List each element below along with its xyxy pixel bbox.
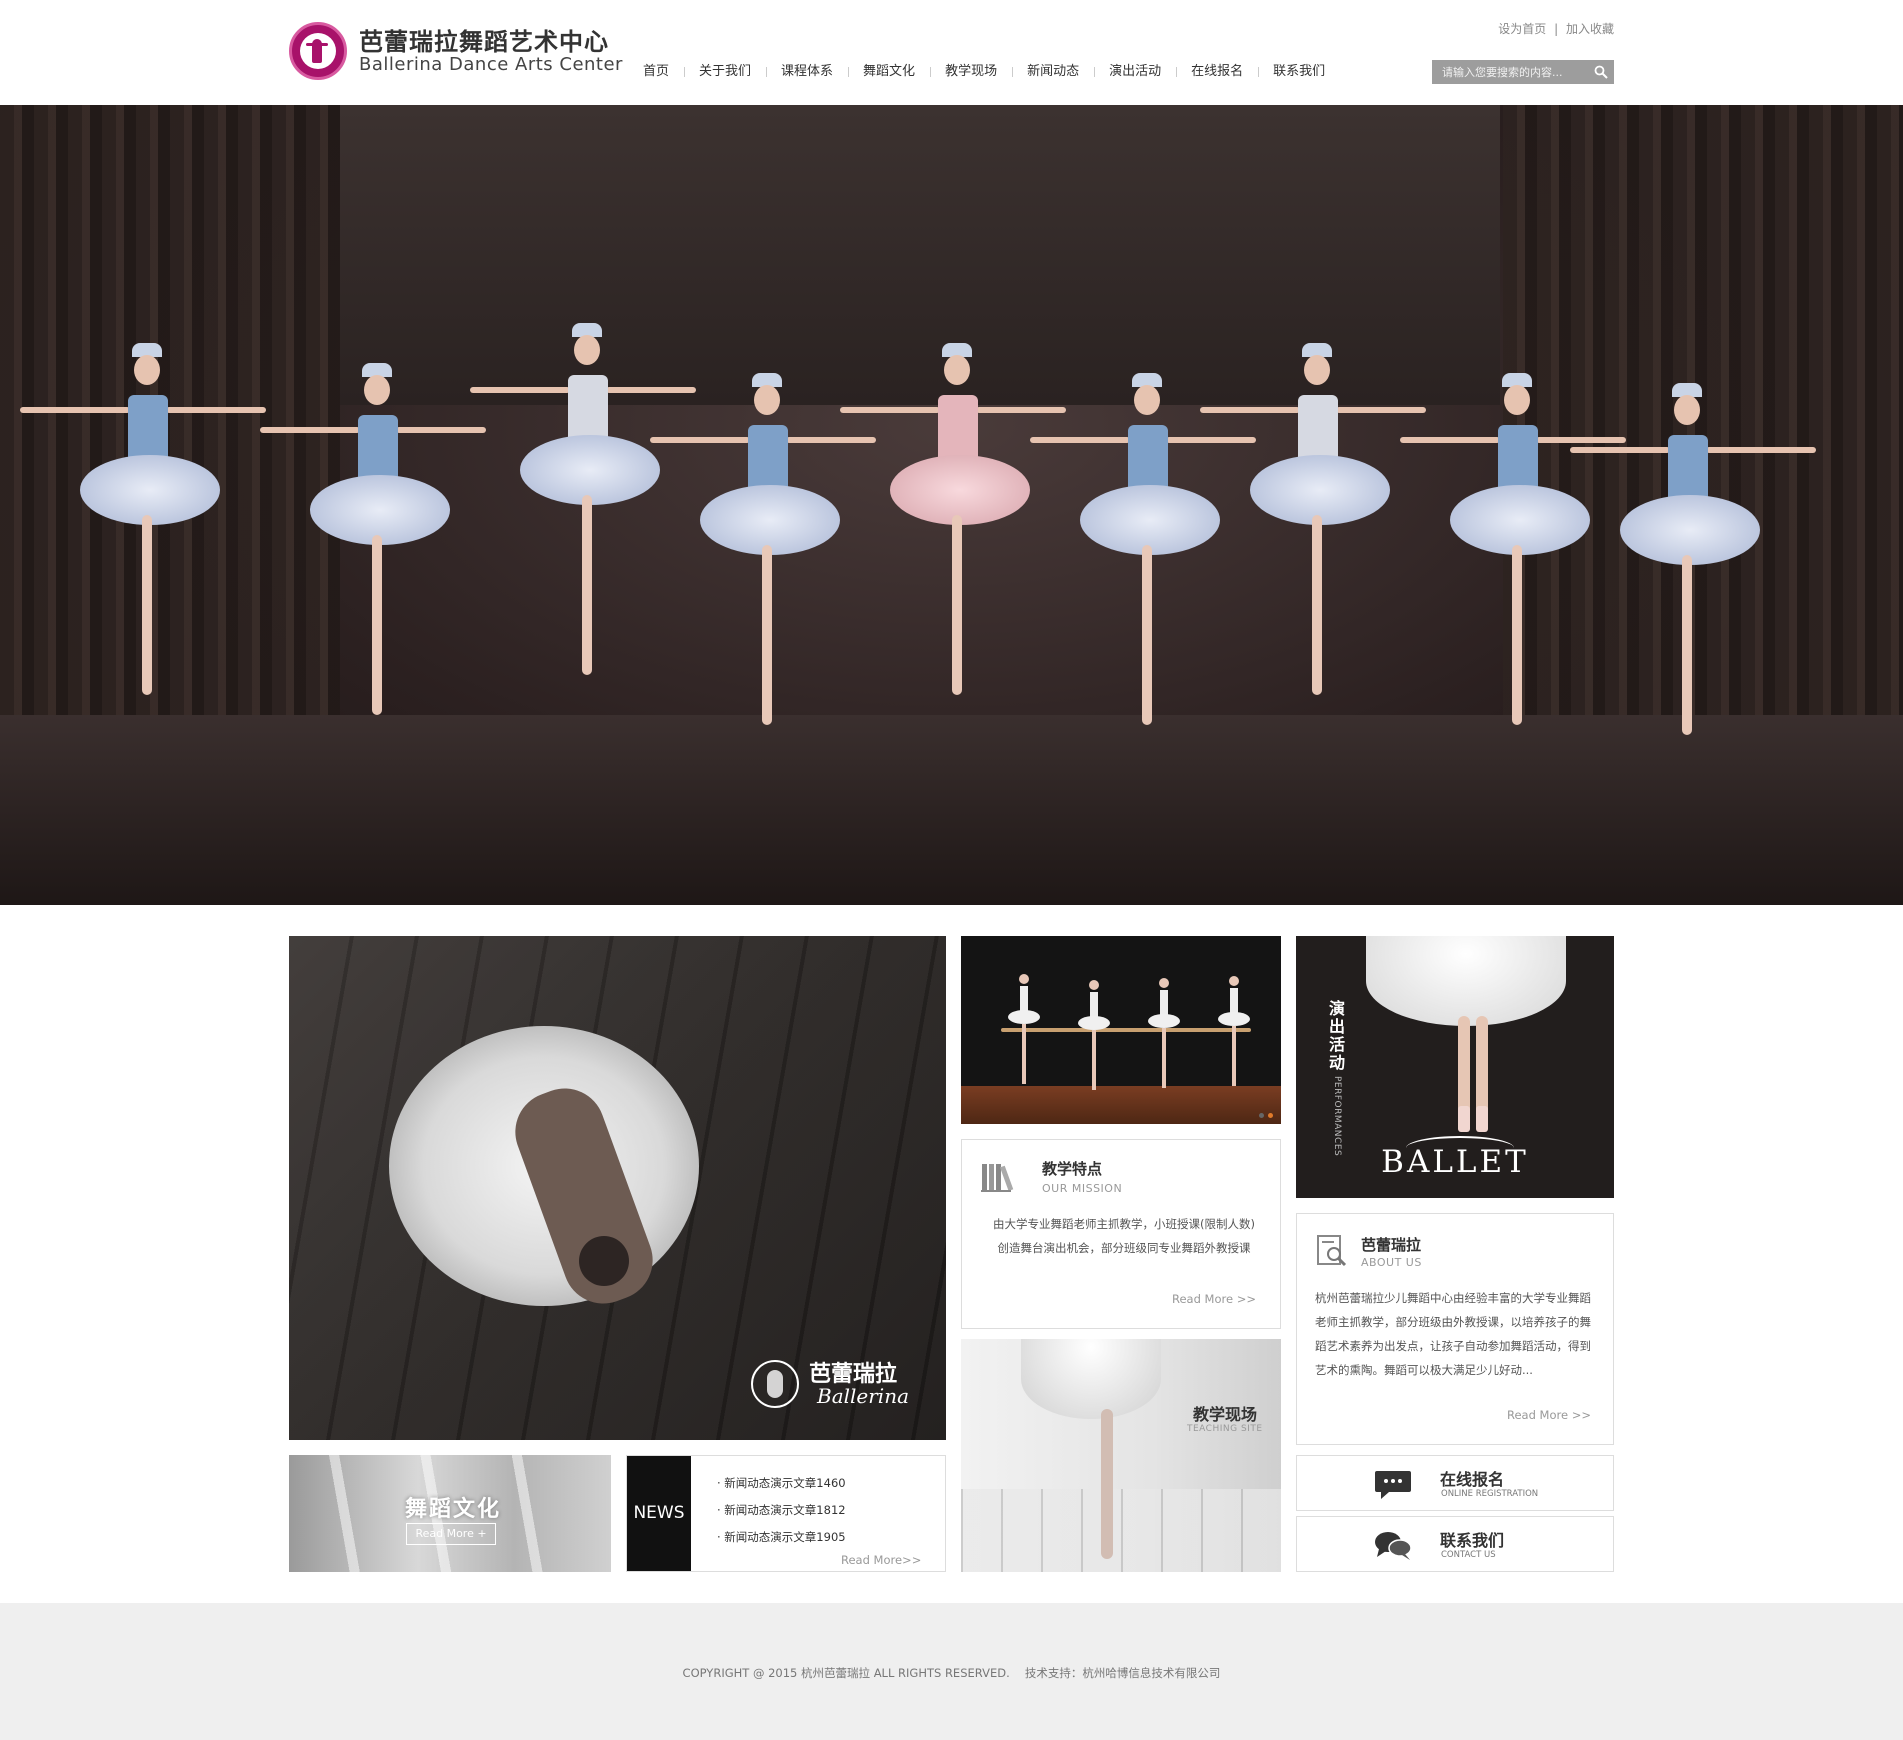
student-figure	[1218, 976, 1250, 1096]
mission-body-line: 由大学专业舞蹈老师主抓教学，小班授课(限制人数)	[993, 1217, 1255, 1231]
news-item[interactable]: · 新闻动态演示文章1812	[717, 1497, 846, 1524]
dance-culture-title: 舞蹈文化	[405, 1497, 502, 1522]
student-figure	[1148, 978, 1180, 1098]
logo-title-cn: 芭蕾瑞拉舞蹈艺术中心	[359, 27, 609, 56]
document-search-icon	[1317, 1235, 1347, 1267]
nav-news[interactable]: 新闻动态	[1012, 60, 1094, 84]
top-links: 设为首页 | 加入收藏	[1498, 20, 1614, 37]
news-read-more[interactable]: Read More>>	[841, 1553, 921, 1567]
nav-performances[interactable]: 演出活动	[1094, 60, 1176, 84]
slide-dot-active[interactable]	[1268, 1113, 1273, 1118]
about-subtitle: ABOUT US	[1361, 1256, 1422, 1269]
slideshow-dots	[1259, 1113, 1273, 1118]
chat-bubbles-icon	[1375, 1532, 1412, 1560]
teaching-site-title: 教学现场	[1193, 1405, 1258, 1424]
mission-body: 由大学专业舞蹈老师主抓教学，小班授课(限制人数) 创造舞台演出机会，部分班级同专…	[984, 1212, 1264, 1260]
hero-banner-image	[0, 105, 1903, 905]
ballet-wordmark: BALLET	[1381, 1144, 1529, 1180]
contact-us-title: 联系我们	[1440, 1531, 1505, 1550]
mission-subtitle: OUR MISSION	[1042, 1182, 1123, 1195]
student-figure	[1078, 980, 1110, 1100]
mission-body-line: 创造舞台演出机会，部分班级同专业舞蹈外教授课	[997, 1241, 1251, 1255]
teaching-site-tile[interactable]: 教学现场 TEACHING SITE	[961, 1339, 1281, 1572]
ballet-barre	[1001, 1028, 1251, 1032]
news-item[interactable]: · 新闻动态演示文章1460	[717, 1470, 846, 1497]
online-registration-subtitle: ONLINE REGISTRATION	[1441, 1489, 1539, 1499]
add-favorite-link[interactable]: 加入收藏	[1566, 22, 1614, 36]
footer-copyright: COPYRIGHT @ 2015 杭州芭蕾瑞拉 ALL RIGHTS RESER…	[682, 1666, 1221, 1680]
featured-image[interactable]: 芭蕾瑞拉 Ballerina	[289, 936, 946, 1440]
news-label: NEWS	[627, 1456, 691, 1571]
performances-title: 演出活动	[1328, 999, 1345, 1072]
dance-culture-tile[interactable]: 舞蹈文化 Read More +	[289, 1455, 611, 1572]
brand-emblem-icon	[751, 1360, 799, 1408]
contact-us-subtitle: CONTACT US	[1441, 1550, 1496, 1560]
site-footer: COPYRIGHT @ 2015 杭州芭蕾瑞拉 ALL RIGHTS RESER…	[0, 1603, 1903, 1740]
search-input[interactable]	[1432, 60, 1584, 84]
main-nav: 首页 关于我们 课程体系 舞蹈文化 教学现场 新闻动态 演出活动 在线报名 联系…	[628, 60, 1340, 84]
slideshow-barre-image[interactable]	[961, 936, 1281, 1124]
mission-card: 教学特点 OUR MISSION 由大学专业舞蹈老师主抓教学，小班授课(限制人数…	[961, 1139, 1281, 1329]
slide-dot[interactable]	[1259, 1113, 1264, 1118]
student-figure	[1008, 974, 1040, 1094]
contact-us-button[interactable]: 联系我们 CONTACT US	[1296, 1516, 1614, 1572]
dance-culture-read-more-button[interactable]: Read More +	[406, 1523, 496, 1545]
about-card: 芭蕾瑞拉 ABOUT US 杭州芭蕾瑞拉少儿舞蹈中心由经验丰富的大学专业舞蹈老师…	[1296, 1213, 1614, 1445]
mission-title: 教学特点	[1042, 1160, 1103, 1178]
about-title: 芭蕾瑞拉	[1361, 1236, 1422, 1254]
nav-culture[interactable]: 舞蹈文化	[848, 60, 930, 84]
nav-courses[interactable]: 课程体系	[766, 60, 848, 84]
top-links-separator: |	[1554, 22, 1559, 36]
nav-contact[interactable]: 联系我们	[1258, 60, 1340, 84]
nav-registration[interactable]: 在线报名	[1176, 60, 1258, 84]
about-read-more[interactable]: Read More >>	[1507, 1408, 1591, 1422]
logo[interactable]: 芭蕾瑞拉舞蹈艺术中心 Ballerina Dance Arts Center	[289, 18, 622, 82]
online-registration-title: 在线报名	[1440, 1470, 1505, 1489]
nav-teaching[interactable]: 教学现场	[930, 60, 1012, 84]
content-grid: 芭蕾瑞拉 Ballerina 演出活动 PERFORMANCES BALLET	[289, 936, 1614, 1572]
chat-bubble-icon	[1375, 1471, 1411, 1499]
stage-floor	[0, 715, 1903, 905]
books-icon	[981, 1164, 1014, 1192]
search-box	[1432, 60, 1614, 84]
featured-brand-en: Ballerina	[817, 1384, 910, 1408]
site-header: 芭蕾瑞拉舞蹈艺术中心 Ballerina Dance Arts Center 设…	[0, 0, 1903, 105]
news-item[interactable]: · 新闻动态演示文章1905	[717, 1524, 846, 1551]
search-icon[interactable]	[1594, 65, 1608, 79]
set-homepage-link[interactable]: 设为首页	[1498, 22, 1546, 36]
news-panel: NEWS · 新闻动态演示文章1460 · 新闻动态演示文章1812 · 新闻动…	[626, 1455, 946, 1572]
logo-title-en: Ballerina Dance Arts Center	[359, 54, 623, 75]
news-list: · 新闻动态演示文章1460 · 新闻动态演示文章1812 · 新闻动态演示文章…	[717, 1470, 846, 1551]
performances-tile[interactable]: 演出活动 PERFORMANCES BALLET	[1296, 936, 1614, 1198]
online-registration-button[interactable]: 在线报名 ONLINE REGISTRATION	[1296, 1455, 1614, 1511]
nav-home[interactable]: 首页	[628, 60, 684, 84]
about-body: 杭州芭蕾瑞拉少儿舞蹈中心由经验丰富的大学专业舞蹈老师主抓教学，部分班级由外教授课…	[1315, 1291, 1591, 1377]
logo-emblem-icon	[289, 22, 347, 80]
mission-read-more[interactable]: Read More >>	[1172, 1292, 1256, 1306]
teaching-site-subtitle: TEACHING SITE	[1187, 1424, 1263, 1434]
nav-about[interactable]: 关于我们	[684, 60, 766, 84]
